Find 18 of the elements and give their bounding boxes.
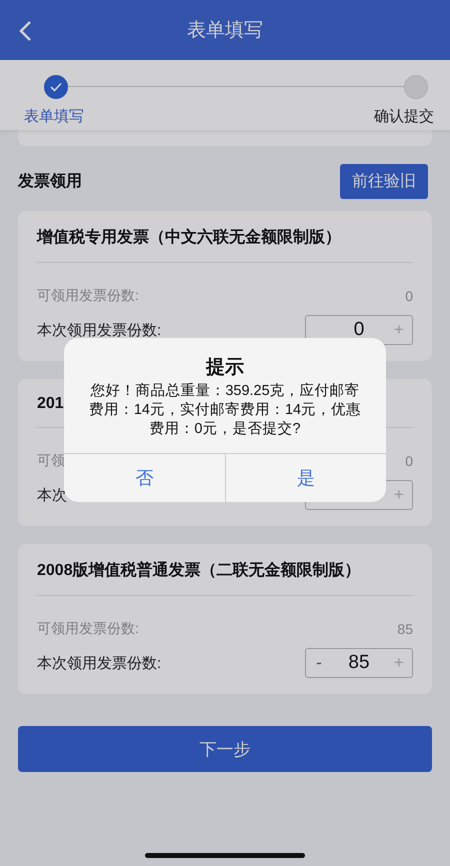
field-label: 本次 bbox=[37, 486, 67, 504]
field-value: 0 bbox=[405, 453, 413, 469]
field-value: 85 bbox=[397, 621, 413, 637]
field-label: 本次领用发票份数: bbox=[37, 320, 162, 340]
page-title: 表单填写 bbox=[187, 19, 263, 43]
quantity-value: 85 bbox=[347, 652, 371, 674]
card-title: 2008版增值税普通发票（二联无金额限制版） bbox=[37, 560, 413, 596]
field-value: 0 bbox=[405, 288, 413, 304]
field-label: 可领 bbox=[37, 452, 65, 470]
quantity-value: 0 bbox=[352, 319, 366, 341]
field-label: 可领用发票份数: bbox=[37, 620, 139, 638]
dialog-title: 提示 bbox=[206, 356, 244, 380]
step-label: 确认提交 bbox=[374, 107, 434, 126]
field-label: 可领用发票份数: bbox=[37, 287, 139, 305]
step-label: 表单填写 bbox=[24, 107, 84, 126]
section-title: 发票领用 bbox=[18, 172, 82, 192]
card-title: 增值税专用发票（中文六联无金额限制版） bbox=[37, 227, 413, 263]
field-label: 本次领用发票份数: bbox=[37, 654, 162, 672]
